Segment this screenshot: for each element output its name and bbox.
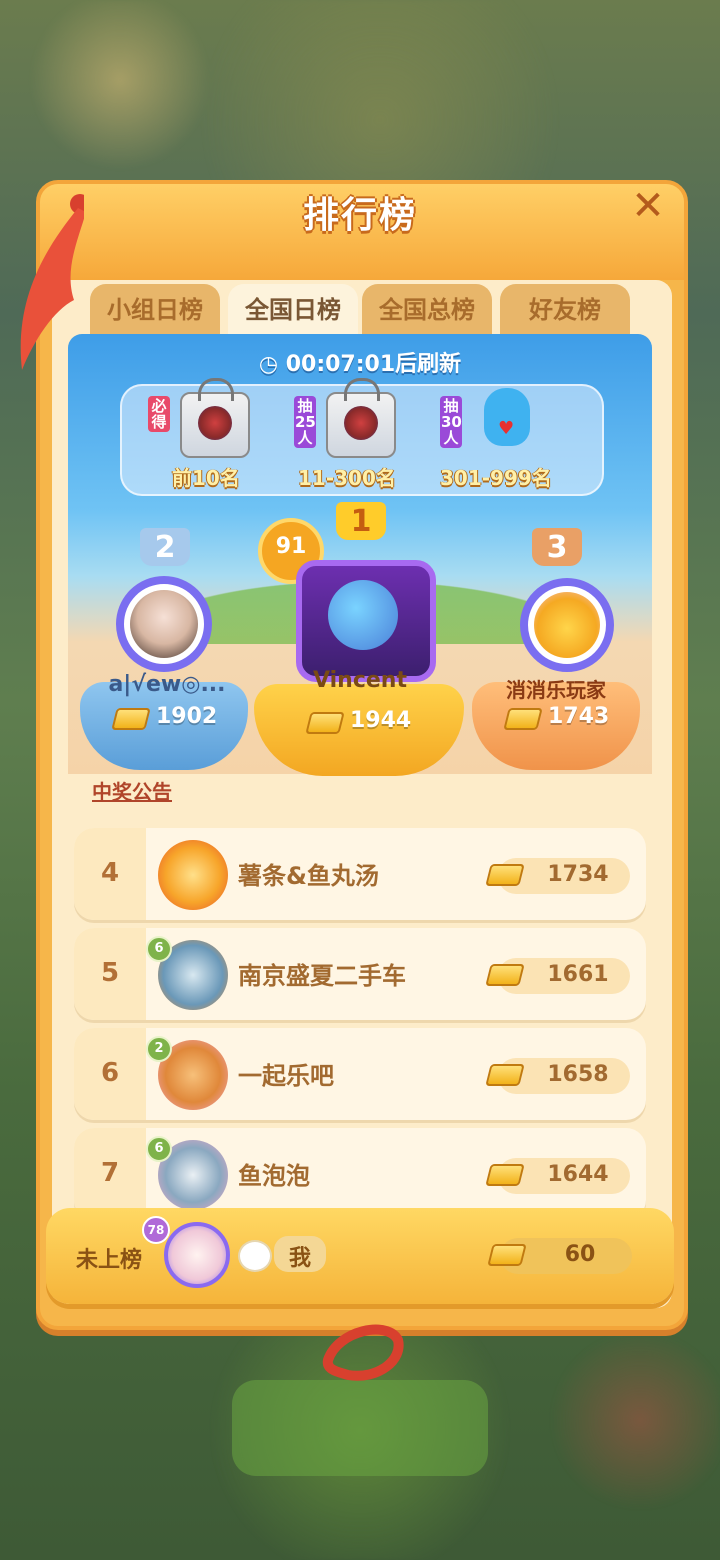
crown-bronze-icon: 3	[532, 528, 582, 566]
reward-tag-2: 抽25人	[294, 396, 316, 448]
ribbon-bottom-decoration	[322, 1324, 404, 1381]
my-avatar	[164, 1222, 230, 1288]
score: 1734	[547, 862, 609, 887]
close-button[interactable]: ✕	[628, 186, 668, 226]
reward-range-2: 11-300名	[298, 466, 396, 490]
my-rank-status: 未上榜	[76, 1248, 143, 1273]
tab-national-daily[interactable]: 全国日榜	[228, 284, 358, 336]
player-name: 鱼泡泡	[238, 1162, 310, 1190]
gold-bar-icon	[487, 1244, 527, 1266]
gold-bar-icon	[485, 964, 525, 986]
bunny-icon	[238, 1240, 272, 1272]
timer-value: 00:07:01	[285, 352, 396, 377]
clock-icon: ◷	[258, 352, 279, 377]
rank-number: 6	[100, 1058, 120, 1088]
gold-bar-icon	[485, 1064, 525, 1086]
tab-group-daily[interactable]: 小组日榜	[90, 284, 220, 336]
avatar-third[interactable]	[520, 578, 614, 672]
winner-notice-link[interactable]: 中奖公告	[92, 776, 172, 805]
reward-range-1: 前10名	[172, 466, 240, 490]
rank-number: 5	[100, 958, 120, 988]
tab-national-total[interactable]: 全国总榜	[362, 284, 492, 336]
avatar-first[interactable]	[296, 560, 436, 682]
reward-bag-icon	[326, 378, 396, 458]
reward-tag-1: 必得	[148, 396, 170, 432]
gold-bar-icon	[485, 1164, 525, 1186]
my-score: 60	[564, 1242, 596, 1267]
page-title: 排行榜	[302, 195, 417, 236]
list-item[interactable]: 7 6 鱼泡泡 1644	[74, 1128, 646, 1220]
score-first: 1944	[350, 708, 412, 733]
list-item[interactable]: 6 2 一起乐吧 1658	[74, 1028, 646, 1120]
reward-range-3: 301-999名	[440, 466, 552, 490]
avatar	[158, 840, 228, 910]
gold-bar-icon	[305, 712, 345, 734]
avatar-second[interactable]	[116, 576, 212, 672]
close-icon: ✕	[631, 183, 665, 229]
rank-number: 4	[100, 858, 120, 888]
crown-gold-icon: 1	[336, 502, 386, 540]
score: 1644	[547, 1162, 609, 1187]
level-badge: 2	[146, 1036, 172, 1062]
crown-silver-icon: 2	[140, 528, 190, 566]
background-button	[232, 1380, 488, 1476]
level-badge: 78	[142, 1216, 170, 1244]
level-badge: 6	[146, 936, 172, 962]
player-name-first: Vincent	[313, 668, 407, 693]
timer-suffix: 后刷新	[395, 352, 462, 377]
reward-tag-3: 抽30人	[440, 396, 462, 448]
my-rank-bar[interactable]: 未上榜 78 我 60	[46, 1208, 674, 1304]
rank-number: 7	[100, 1158, 120, 1188]
tab-friends[interactable]: 好友榜	[500, 284, 630, 336]
player-name: 薯条&鱼丸汤	[238, 862, 379, 890]
gold-bar-icon	[111, 708, 151, 730]
score: 1661	[547, 962, 609, 987]
refresh-timer: ◷ 00:07:01后刷新	[68, 346, 652, 378]
score-second: 1902	[156, 704, 218, 729]
player-name-third: 消消乐玩家	[506, 678, 606, 702]
gold-bar-icon	[503, 708, 543, 730]
reward-bag-icon	[180, 378, 250, 458]
list-item[interactable]: 5 6 南京盛夏二手车 1661	[74, 928, 646, 1020]
my-name: 我	[288, 1246, 311, 1271]
score-third: 1743	[548, 704, 610, 729]
player-name: 一起乐吧	[238, 1062, 334, 1090]
gold-bar-icon	[485, 864, 525, 886]
level-badge: 6	[146, 1136, 172, 1162]
player-name: 南京盛夏二手车	[238, 962, 406, 990]
list-item[interactable]: 4 薯条&鱼丸汤 1734	[74, 828, 646, 920]
player-name-second: a|√ew◎...	[108, 672, 226, 697]
hippo-plush-icon	[484, 388, 530, 446]
score: 1658	[547, 1062, 609, 1087]
